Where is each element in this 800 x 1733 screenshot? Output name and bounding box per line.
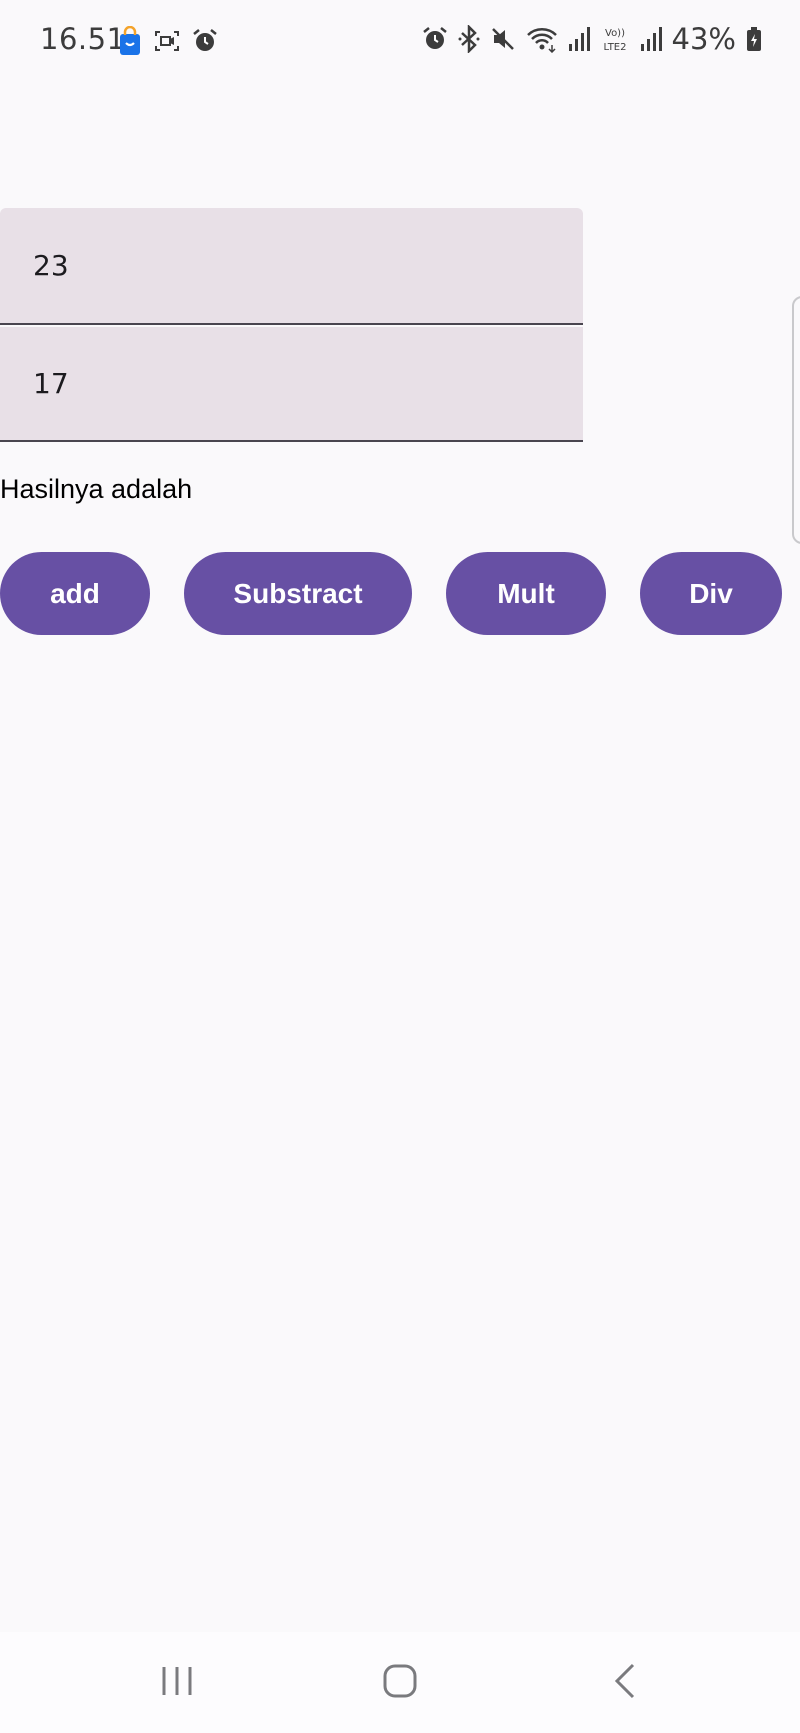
home-button[interactable] [370, 1658, 430, 1708]
alarm-icon [192, 28, 218, 54]
alarm-icon [422, 26, 448, 52]
status-bar: 16.51 Vo)) LTE2 43% [0, 0, 800, 86]
result-label: Hasilnya adalah [0, 474, 193, 504]
svg-text:LTE2: LTE2 [603, 42, 626, 53]
wifi-icon [526, 25, 558, 53]
mute-icon [490, 26, 516, 52]
back-button[interactable] [595, 1658, 655, 1708]
shopping-bag-app-icon [118, 26, 142, 56]
add-button[interactable]: add [0, 552, 150, 635]
navigation-bar [0, 1632, 800, 1733]
status-right-icons: Vo)) LTE2 43% [422, 22, 762, 56]
signal-icon [568, 26, 590, 52]
edge-panel-handle[interactable] [792, 296, 800, 544]
div-button[interactable]: Div [640, 552, 782, 635]
back-icon [613, 1663, 637, 1703]
second-number-input[interactable] [33, 327, 553, 440]
app-screen: 16.51 Vo)) LTE2 43% 23 17 Hasilnya adala… [0, 0, 800, 1733]
recents-icon [160, 1665, 194, 1701]
recents-button[interactable] [147, 1658, 207, 1708]
svg-text:Vo)): Vo)) [605, 28, 625, 39]
status-left-icons [118, 26, 218, 56]
second-number-field[interactable] [0, 327, 583, 442]
home-icon [382, 1663, 418, 1703]
signal-icon [640, 26, 662, 52]
screen-record-icon [154, 29, 180, 53]
substract-button[interactable]: Substract [184, 552, 412, 635]
battery-icon [746, 26, 762, 52]
bluetooth-icon [458, 25, 480, 53]
first-number-input[interactable] [33, 208, 553, 323]
first-number-field[interactable] [0, 208, 583, 325]
mult-button[interactable]: Mult [446, 552, 606, 635]
battery-percent: 43% [671, 22, 736, 56]
volte-lte2-icon: Vo)) LTE2 [600, 25, 630, 53]
status-time: 16.51 [40, 22, 126, 56]
